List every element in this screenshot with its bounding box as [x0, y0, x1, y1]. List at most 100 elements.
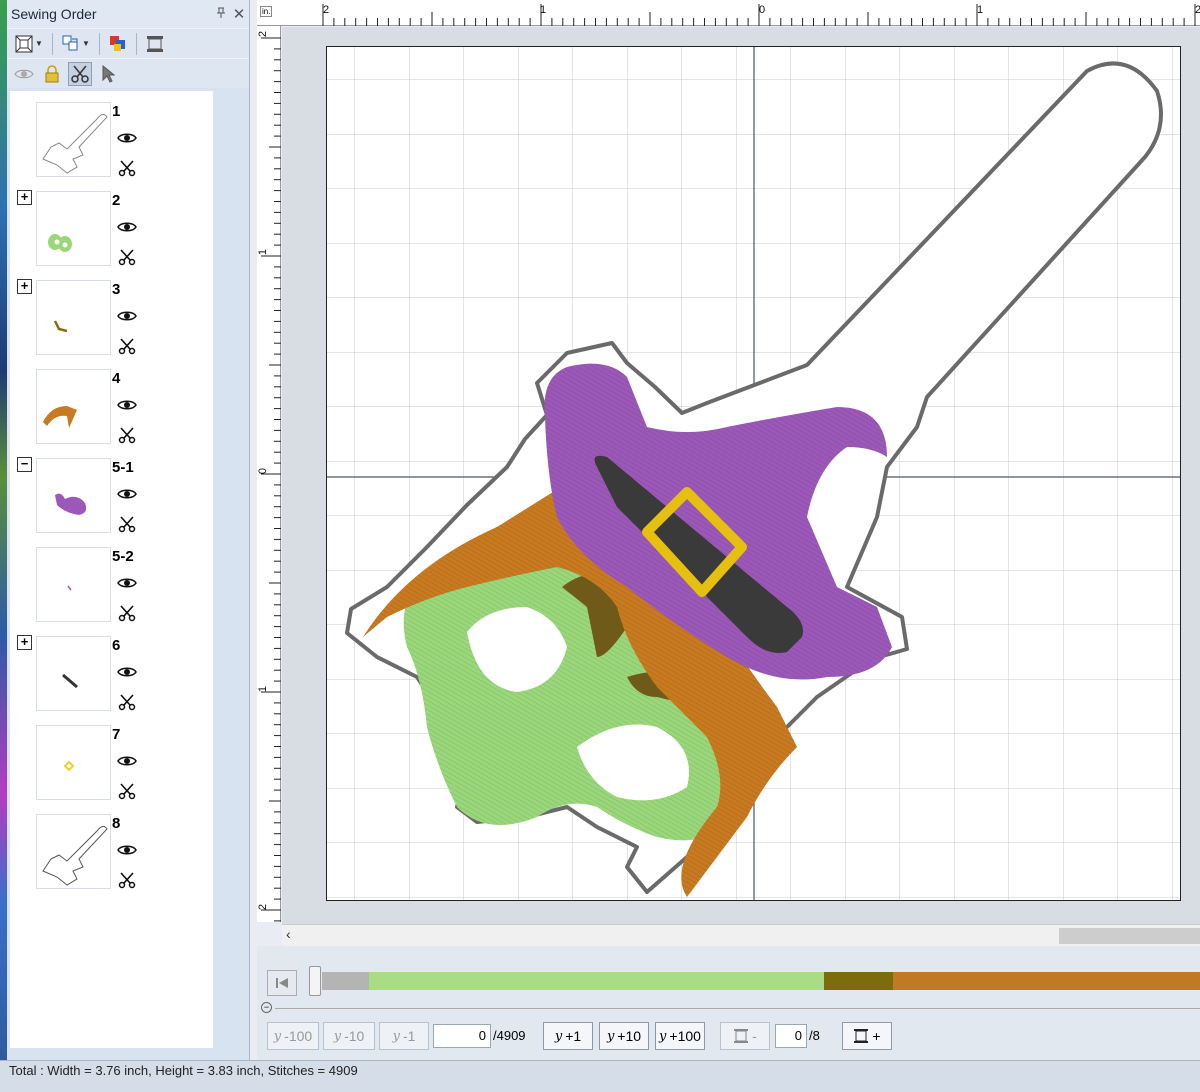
ruler-label: 1 — [977, 4, 984, 16]
scissors-icon[interactable] — [118, 426, 136, 447]
scissors-icon[interactable] — [118, 693, 136, 714]
ruler-label: 0 — [759, 4, 766, 16]
eye-icon[interactable] — [117, 398, 137, 415]
color-sort-button[interactable] — [106, 32, 130, 56]
thumbnail — [36, 280, 111, 355]
scissors-icon[interactable] — [118, 782, 136, 803]
list-item[interactable]: + 6 — [10, 625, 213, 713]
color-segment-olive — [824, 972, 893, 990]
forward-1-button[interactable]: 𝑦 +1 — [543, 1022, 593, 1050]
go-to-start-button[interactable] — [267, 970, 297, 996]
forward-100-button[interactable]: 𝑦 +100 — [655, 1022, 705, 1050]
eye-icon[interactable] — [117, 309, 137, 326]
color-progress-bar[interactable] — [322, 972, 1200, 990]
expand-toggle[interactable]: + — [17, 279, 32, 294]
next-color-button[interactable]: + — [842, 1022, 892, 1050]
color-segment-orange — [892, 972, 1200, 990]
view-toggle-button[interactable] — [12, 62, 36, 86]
eye-icon[interactable] — [117, 487, 137, 504]
item-number: 6 — [112, 637, 121, 654]
previous-color-button[interactable]: - — [720, 1022, 770, 1050]
eye-icon[interactable] — [117, 843, 137, 860]
back-1-button[interactable]: 𝑦 -1 — [379, 1022, 429, 1050]
ruler-label: 2 — [323, 4, 330, 16]
ruler-label: 1 — [257, 248, 270, 256]
ruler-label: 0 — [257, 467, 270, 475]
sort-view-button[interactable]: ▼ — [12, 32, 46, 56]
ruler-label: 1 — [540, 4, 547, 16]
ruler-top: 2 1 0 1 2 — [257, 0, 1200, 26]
list-item[interactable]: 1 — [10, 91, 213, 179]
list-item[interactable]: + 3 — [10, 269, 213, 357]
embroidery-hoop[interactable] — [326, 46, 1181, 901]
color-total: /8 — [809, 1028, 820, 1043]
item-number: 4 — [112, 370, 121, 387]
list-item[interactable]: 5-2 — [10, 536, 213, 624]
sewing-order-list[interactable]: 1 + 2 + 3 4 − 5-1 5-2 + 6 7 8 — [10, 91, 213, 1048]
collapse-toggle[interactable]: − — [17, 457, 32, 472]
ruler-left: 2 1 0 1 2 — [257, 26, 281, 922]
toolbar-separator — [52, 32, 53, 55]
zoom-out-icon[interactable]: − — [261, 1002, 272, 1013]
thumbnail — [36, 636, 111, 711]
color-segment-green — [369, 972, 825, 990]
select-pointer-button[interactable] — [96, 62, 120, 86]
scissors-icon[interactable] — [118, 871, 136, 892]
expand-toggle[interactable]: + — [17, 635, 32, 650]
item-number: 5-1 — [112, 459, 134, 476]
list-item[interactable]: − 5-1 — [10, 447, 213, 535]
frame-button[interactable] — [143, 32, 167, 56]
eye-icon[interactable] — [117, 131, 137, 148]
ruler-label: 1 — [257, 685, 270, 693]
eye-icon[interactable] — [117, 754, 137, 771]
lock-icon — [45, 64, 59, 82]
scissors-icon[interactable] — [118, 248, 136, 269]
scissors-icon[interactable] — [118, 159, 136, 180]
needle-icon: 𝑦 — [659, 1028, 667, 1044]
item-number: 1 — [112, 103, 121, 120]
expand-toggle[interactable]: + — [17, 190, 32, 205]
thumbnail — [36, 102, 111, 177]
group-button[interactable]: ▼ — [59, 32, 93, 56]
scissors-icon[interactable] — [118, 337, 136, 358]
thumbnail — [36, 191, 111, 266]
stitch-number-input[interactable]: 0 — [433, 1024, 491, 1048]
forward-10-button[interactable]: 𝑦 +10 — [599, 1022, 649, 1050]
color-number-input[interactable]: 0 — [775, 1024, 807, 1048]
desktop-background-strip — [0, 0, 7, 1060]
skip-start-icon — [276, 978, 288, 988]
toolbar-separator — [99, 32, 100, 55]
thumbnail — [36, 814, 111, 889]
item-number: 2 — [112, 192, 121, 209]
eye-icon[interactable] — [117, 665, 137, 682]
lock-button[interactable] — [40, 62, 64, 86]
thumbnail — [36, 369, 111, 444]
scissors-icon[interactable] — [118, 604, 136, 625]
pin-icon[interactable] — [213, 7, 229, 22]
item-number: 5-2 — [112, 548, 134, 565]
scroll-thumb[interactable] — [1059, 928, 1200, 944]
scissors-icon[interactable] — [118, 515, 136, 536]
sewing-order-panel: Sewing Order ✕ ▼ ▼ 1 + 2 + 3 4 − 5-1 5-2… — [7, 0, 250, 1060]
horizontal-scrollbar[interactable]: ‹ — [282, 924, 1200, 946]
close-icon[interactable]: ✕ — [229, 5, 249, 23]
back-10-button[interactable]: 𝑦 -10 — [323, 1022, 375, 1050]
stitch-total: /4909 — [493, 1028, 526, 1043]
stitch-slider-handle[interactable] — [309, 966, 321, 996]
list-item[interactable]: + 2 — [10, 180, 213, 268]
item-number: 3 — [112, 281, 121, 298]
design-canvas-area[interactable] — [282, 27, 1200, 924]
spool-icon — [854, 1029, 869, 1043]
list-item[interactable]: 8 — [10, 803, 213, 891]
design-preview[interactable] — [327, 47, 1181, 901]
panel-toolbar-2 — [7, 58, 249, 88]
back-100-button[interactable]: 𝑦 -100 — [267, 1022, 319, 1050]
eye-icon[interactable] — [117, 576, 137, 593]
list-item[interactable]: 7 — [10, 714, 213, 802]
list-item[interactable]: 4 — [10, 358, 213, 446]
eye-icon[interactable] — [117, 220, 137, 237]
sew-toggle-button[interactable] — [68, 61, 92, 86]
scroll-left-arrow[interactable]: ‹ — [286, 926, 291, 942]
spool-icon — [734, 1029, 749, 1043]
group-icon — [62, 35, 78, 50]
